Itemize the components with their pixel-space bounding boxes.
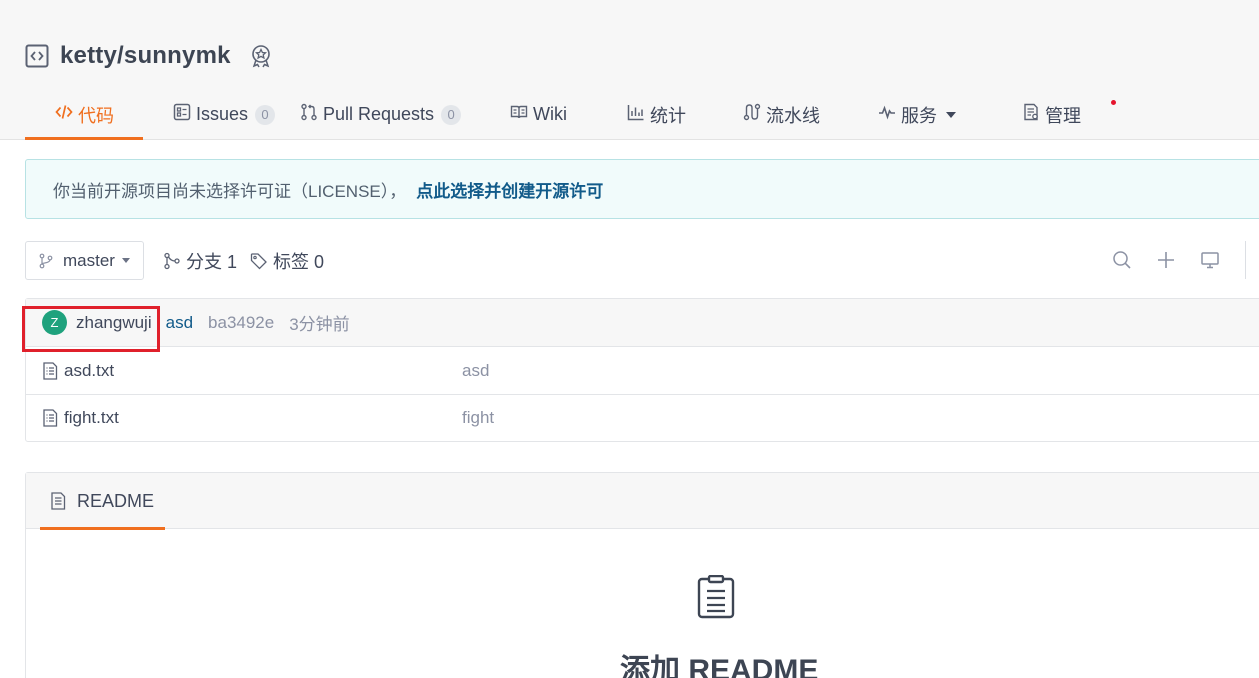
file-name: asd.txt	[64, 360, 115, 380]
repo-title-bar: ketty/sunnymk	[25, 40, 274, 72]
tab-stats[interactable]: 统计	[627, 90, 743, 139]
license-notice-text: 你当前开源项目尚未选择许可证（LICENSE），	[53, 181, 407, 201]
file-list: Z zhangwuji asd ba3492e 3分钟前 asd.txt asd…	[22, 298, 1259, 442]
file-commit-message[interactable]: asd	[462, 361, 489, 381]
tab-services[interactable]: 服务	[878, 90, 1022, 139]
branch-selector-label: master	[63, 250, 115, 270]
tab-readme[interactable]: README	[40, 473, 165, 530]
readme-panel: README 添加 README	[25, 472, 1259, 678]
tab-admin[interactable]: 管理	[1022, 90, 1122, 139]
highlight-annotation-box	[22, 306, 160, 352]
branch-selector[interactable]: master	[25, 241, 144, 280]
issues-count-badge: 0	[255, 104, 276, 125]
file-commit-message[interactable]: fight	[462, 408, 494, 428]
tab-wiki-label: Wiki	[533, 104, 567, 124]
book-icon	[510, 103, 533, 126]
bar-chart-icon	[627, 103, 650, 126]
commit-message-link[interactable]: asd	[166, 313, 193, 333]
tag-icon	[250, 252, 273, 270]
branch-icon	[38, 253, 54, 269]
tab-code-label: 代码	[78, 105, 114, 126]
chevron-down-icon	[946, 111, 956, 118]
issues-icon	[173, 103, 196, 126]
file-icon	[42, 409, 64, 427]
tab-pipeline-label: 流水线	[766, 105, 820, 126]
latest-commit-row: Z zhangwuji asd ba3492e 3分钟前	[22, 299, 1259, 352]
tab-pull-requests[interactable]: Pull Requests 0	[300, 90, 510, 139]
repo-toolbar	[1110, 241, 1246, 279]
pull-request-icon	[300, 103, 323, 126]
tab-pipeline[interactable]: 流水线	[743, 90, 878, 139]
search-icon[interactable]	[1110, 248, 1134, 272]
readme-header: README	[26, 473, 1259, 530]
repo-name-link[interactable]: ketty/sunnymk	[60, 42, 231, 70]
tab-services-label: 服务	[901, 105, 937, 126]
tags-label: 标签 0	[273, 251, 325, 272]
pull-requests-count-badge: 0	[441, 104, 462, 125]
plus-icon[interactable]	[1154, 248, 1178, 272]
file-link[interactable]: asd.txt	[42, 361, 114, 381]
branch-info: 分支 1 标签 0	[163, 241, 337, 280]
file-icon	[42, 361, 64, 380]
pipeline-icon	[743, 103, 766, 126]
add-readme-link[interactable]: 添加 README	[620, 645, 818, 678]
tab-code[interactable]: 代码	[25, 90, 143, 140]
code-icon	[55, 103, 78, 126]
file-row[interactable]: asd.txt asd	[26, 347, 1259, 394]
branches-label: 分支 1	[186, 251, 238, 272]
tags-link[interactable]: 标签 0	[250, 248, 324, 274]
tab-pull-requests-label: Pull Requests	[323, 104, 435, 124]
branches-icon	[163, 252, 186, 270]
readme-tab-label: README	[77, 490, 155, 511]
file-name: fight.txt	[64, 408, 119, 427]
settings-doc-icon	[1022, 103, 1045, 126]
file-row[interactable]: fight.txt fight	[26, 394, 1259, 441]
tab-stats-label: 统计	[650, 105, 686, 126]
tab-admin-label: 管理	[1045, 105, 1081, 126]
branches-link[interactable]: 分支 1	[163, 248, 237, 274]
pulse-icon	[878, 103, 901, 126]
toolbar-divider	[1245, 241, 1246, 279]
chevron-down-icon	[121, 258, 130, 263]
tab-wiki[interactable]: Wiki	[510, 90, 627, 139]
notification-dot	[1111, 100, 1116, 105]
desktop-icon[interactable]	[1198, 248, 1222, 272]
license-notice: 你当前开源项目尚未选择许可证（LICENSE）， 点此选择并创建开源许可	[25, 159, 1259, 219]
commit-sha-link[interactable]: ba3492e	[208, 313, 274, 333]
create-license-link[interactable]: 点此选择并创建开源许可	[416, 177, 603, 202]
commit-time: 3分钟前	[289, 315, 350, 334]
repo-tabs: 代码 Issues 0 Pull Requests 0 Wiki 统计 流水线 …	[25, 90, 1122, 140]
tab-issues[interactable]: Issues 0	[143, 90, 300, 139]
file-link[interactable]: fight.txt	[42, 408, 119, 428]
document-icon	[50, 492, 77, 510]
repo-header: ketty/sunnymk 代码 Issues 0 Pull Requests …	[0, 0, 1259, 140]
award-badge-icon[interactable]	[248, 43, 274, 69]
tab-issues-label: Issues	[196, 104, 249, 124]
document-icon	[697, 574, 735, 624]
code-box-icon	[25, 44, 49, 68]
